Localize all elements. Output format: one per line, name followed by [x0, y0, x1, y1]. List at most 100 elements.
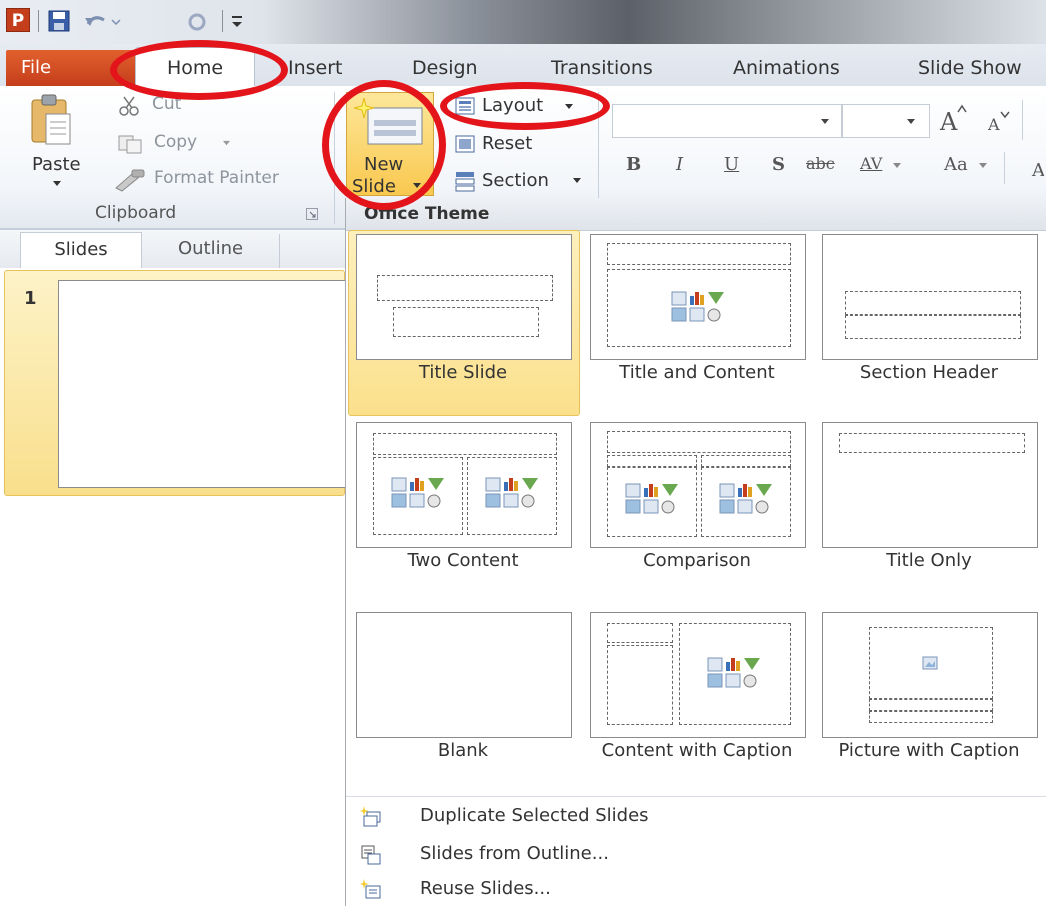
format-painter-icon	[115, 169, 145, 192]
right-heading-placeholder	[701, 455, 791, 467]
left-heading-placeholder	[607, 455, 697, 467]
paste-button[interactable]: Paste	[32, 154, 81, 175]
reset-icon	[455, 135, 475, 153]
section-title-placeholder	[845, 291, 1021, 315]
right-content-placeholder	[701, 467, 791, 537]
dialog-launcher-icon[interactable]	[306, 208, 318, 220]
title-placeholder	[377, 275, 553, 301]
layout-label-comparison: Comparison	[643, 550, 751, 571]
layout-thumb-two-content[interactable]	[356, 422, 572, 548]
layout-label-title-and-content: Title and Content	[619, 362, 775, 383]
tab-outline[interactable]: Outline	[142, 234, 280, 268]
shrink-font-icon[interactable]: A	[986, 110, 1012, 134]
slide-thumbnail[interactable]	[58, 280, 348, 488]
reuse-slides-icon	[360, 879, 381, 899]
layout-thumb-comparison[interactable]	[590, 422, 806, 548]
tab-design[interactable]: Design	[412, 50, 478, 86]
layout-label-title-only: Title Only	[886, 550, 972, 571]
font-size-dropdown-icon[interactable]	[906, 118, 916, 126]
svg-text:A: A	[987, 115, 1000, 134]
content-insert-icons	[625, 483, 678, 514]
undo-icon[interactable]	[82, 10, 122, 32]
scissors-icon	[119, 96, 139, 116]
content-insert-icons	[707, 657, 760, 688]
layout-highlight-ring	[440, 82, 610, 130]
subtitle-placeholder	[393, 307, 539, 337]
content-insert-icons	[671, 291, 724, 322]
reset-button[interactable]: Reset	[482, 133, 532, 154]
title-placeholder	[373, 433, 557, 455]
copy-icon	[118, 135, 142, 154]
change-case-dropdown-icon[interactable]	[978, 162, 988, 170]
layout-thumb-content-with-caption[interactable]	[590, 612, 806, 738]
character-spacing-dropdown-icon[interactable]	[892, 162, 902, 170]
reuse-slides-item[interactable]: Reuse Slides...	[420, 878, 551, 899]
italic-button[interactable]: I	[676, 154, 683, 175]
layout-thumb-title-slide[interactable]	[356, 234, 572, 360]
layout-label-blank: Blank	[437, 740, 489, 761]
slide-number: 1	[24, 288, 37, 309]
picture-placeholder	[869, 627, 993, 699]
grow-font-icon[interactable]: A	[938, 104, 968, 134]
title-placeholder	[839, 433, 1025, 453]
copy-button[interactable]: Copy	[154, 132, 197, 152]
customize-toolbar-icon[interactable]	[230, 10, 244, 32]
tab-slides[interactable]: Slides	[20, 232, 142, 269]
font-name-dropdown-icon[interactable]	[820, 118, 830, 126]
layout-thumb-title-only[interactable]	[822, 422, 1038, 548]
group-separator	[1004, 152, 1005, 184]
content-insert-icons	[719, 483, 772, 514]
toolbar-separator	[222, 10, 223, 32]
redo-icon[interactable]	[186, 10, 208, 32]
section-button[interactable]: Section	[482, 170, 549, 191]
paste-icon[interactable]	[30, 92, 72, 146]
duplicate-selected-slides-item[interactable]: Duplicate Selected Slides	[420, 805, 649, 826]
clipboard-group-label: Clipboard	[95, 203, 177, 223]
change-case-button[interactable]: Aa	[944, 154, 968, 175]
layout-thumb-picture-with-caption[interactable]	[822, 612, 1038, 738]
format-painter-button[interactable]: Format Painter	[154, 168, 279, 188]
slides-from-outline-item[interactable]: Slides from Outline...	[420, 843, 609, 864]
slides-from-outline-icon	[361, 845, 381, 865]
tab-slide-show[interactable]: Slide Show	[918, 50, 1022, 86]
content-placeholder	[679, 623, 791, 725]
bold-button[interactable]: B	[626, 154, 641, 175]
left-content-placeholder	[607, 467, 697, 537]
tab-transitions[interactable]: Transitions	[551, 50, 653, 86]
group-separator	[1022, 100, 1023, 140]
svg-text:A: A	[939, 108, 958, 134]
layout-thumb-section-header[interactable]	[822, 234, 1038, 360]
toolbar-separator	[38, 10, 39, 32]
caption-text-placeholder	[869, 711, 993, 723]
save-icon[interactable]	[48, 10, 70, 32]
font-size-combo[interactable]	[842, 104, 930, 138]
font-name-combo[interactable]	[612, 104, 842, 138]
title-placeholder	[607, 431, 791, 453]
layout-label-section-header: Section Header	[859, 362, 999, 383]
layout-thumb-title-and-content[interactable]	[590, 234, 806, 360]
copy-dropdown-icon[interactable]	[222, 140, 231, 147]
caption-title-placeholder	[869, 699, 993, 711]
new-slide-highlight-ring	[322, 80, 446, 210]
right-content-placeholder	[467, 457, 557, 535]
title-bar	[0, 0, 1046, 44]
section-icon	[455, 172, 475, 192]
tab-animations[interactable]: Animations	[733, 50, 840, 86]
layout-thumb-blank[interactable]	[356, 612, 572, 738]
strikethrough-button[interactable]: abc	[806, 154, 835, 173]
section-dropdown-icon[interactable]	[572, 177, 582, 185]
content-insert-icons	[485, 477, 538, 508]
content-placeholder	[607, 269, 791, 347]
character-spacing-button[interactable]: AV	[860, 154, 882, 173]
underline-button[interactable]: U	[724, 154, 739, 175]
caption-text-placeholder	[607, 645, 673, 725]
title-placeholder	[607, 243, 791, 265]
tab-insert[interactable]: Insert	[288, 50, 343, 86]
powerpoint-logo-icon[interactable]: P	[6, 8, 30, 32]
caption-title-placeholder	[607, 623, 673, 643]
content-insert-icons	[391, 477, 444, 508]
paste-dropdown-icon[interactable]	[52, 180, 62, 188]
svg-text:A: A	[1031, 160, 1044, 181]
shadow-button[interactable]: S	[772, 154, 785, 175]
font-color-icon[interactable]: A	[1030, 156, 1044, 182]
